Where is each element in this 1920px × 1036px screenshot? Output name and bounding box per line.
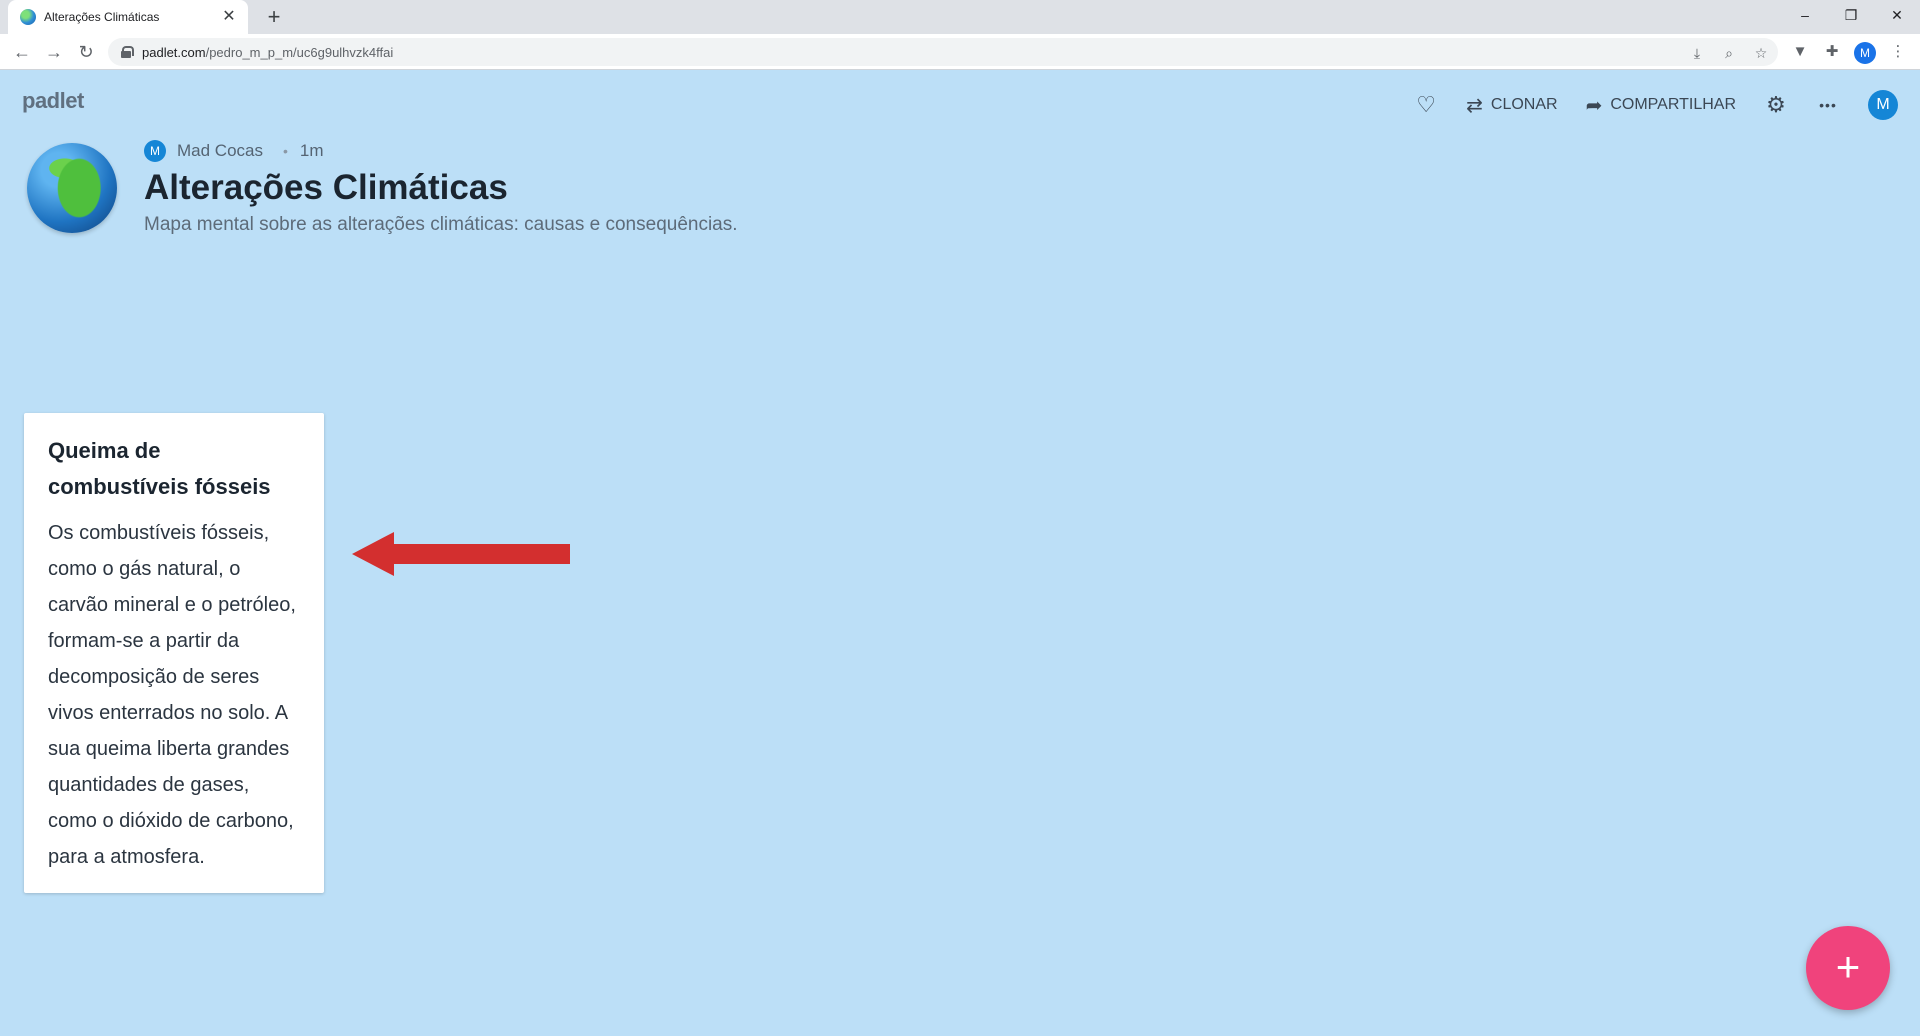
header-actions: ♡ ⇄ CLONAR ➦ COMPARTILHAR ⚙ ••• M: [1402, 88, 1898, 122]
minimize-window-button[interactable]: –: [1782, 0, 1828, 30]
more-options-icon[interactable]: •••: [1804, 88, 1852, 122]
close-window-button[interactable]: ✕: [1874, 0, 1920, 30]
clone-button[interactable]: ⇄ CLONAR: [1454, 88, 1569, 122]
add-post-button[interactable]: +: [1806, 926, 1890, 1010]
globe-favicon-icon: [20, 9, 36, 25]
browser-menu-icon[interactable]: ⋮: [1888, 42, 1908, 62]
address-bar[interactable]: padlet.com/pedro_m_p_m/uc6g9ulhvzk4ffai …: [108, 38, 1778, 66]
post-title: Queima de combustíveis fósseis: [48, 438, 271, 499]
bookmark-star-icon[interactable]: ☆: [1752, 44, 1770, 62]
browser-toolbar: ← → ↻ padlet.com/pedro_m_p_m/uc6g9ulhvzk…: [0, 34, 1920, 70]
author-name: Mad Cocas: [177, 141, 263, 160]
board-title: Alterações Climáticas: [144, 168, 508, 207]
tab-title: Alterações Climáticas: [44, 10, 160, 24]
post-time: 1m: [299, 141, 324, 160]
browser-profile-avatar[interactable]: M: [1854, 42, 1876, 64]
share-button[interactable]: ➦ COMPARTILHAR: [1574, 88, 1748, 122]
settings-gear-icon[interactable]: ⚙: [1752, 88, 1800, 122]
like-heart-icon[interactable]: ♡: [1402, 88, 1450, 122]
post-card[interactable]: Queima de combustíveis fósseis Os combus…: [24, 413, 324, 893]
close-tab-icon[interactable]: ✕: [220, 8, 238, 26]
board-description: Mapa mental sobre as alterações climátic…: [144, 214, 738, 235]
post-body: Os combustíveis fósseis, como o gás natu…: [48, 522, 296, 868]
board-globe-icon: [27, 143, 117, 233]
share-label: COMPARTILHAR: [1610, 96, 1736, 113]
back-button[interactable]: ←: [8, 38, 36, 66]
lock-icon: [120, 46, 134, 58]
padlet-logo[interactable]: padlet: [22, 88, 84, 114]
author-avatar: M: [144, 140, 166, 162]
browser-tab[interactable]: Alterações Climáticas ✕: [8, 0, 248, 34]
url-text: padlet.com/pedro_m_p_m/uc6g9ulhvzk4ffai: [142, 45, 393, 60]
reload-button[interactable]: ↻: [72, 38, 100, 66]
extension-shield-icon[interactable]: ▼: [1790, 42, 1810, 62]
red-arrow-annotation: [352, 532, 570, 576]
board-author-row: M Mad Cocas • 1m: [144, 140, 324, 162]
arrow-shape: [352, 532, 570, 576]
forward-button[interactable]: →: [40, 38, 68, 66]
new-tab-button[interactable]: +: [260, 4, 288, 30]
share-arrow-icon: ➦: [1585, 94, 1603, 117]
clone-label: CLONAR: [1490, 96, 1558, 113]
zoom-icon[interactable]: ⌕: [1720, 44, 1738, 62]
url-path: /pedro_m_p_m/uc6g9ulhvzk4ffai: [205, 44, 394, 60]
clone-icon: ⇄: [1466, 94, 1483, 117]
install-app-icon[interactable]: ⤓: [1688, 44, 1706, 62]
extensions-puzzle-icon[interactable]: ✚: [1822, 42, 1842, 62]
restore-window-button[interactable]: ❐: [1828, 0, 1874, 30]
url-host: padlet.com: [142, 44, 206, 60]
user-avatar[interactable]: M: [1868, 90, 1898, 120]
browser-tab-strip: Alterações Climáticas ✕ + – ❐ ✕: [0, 0, 1920, 34]
separator-dot: •: [282, 143, 288, 159]
